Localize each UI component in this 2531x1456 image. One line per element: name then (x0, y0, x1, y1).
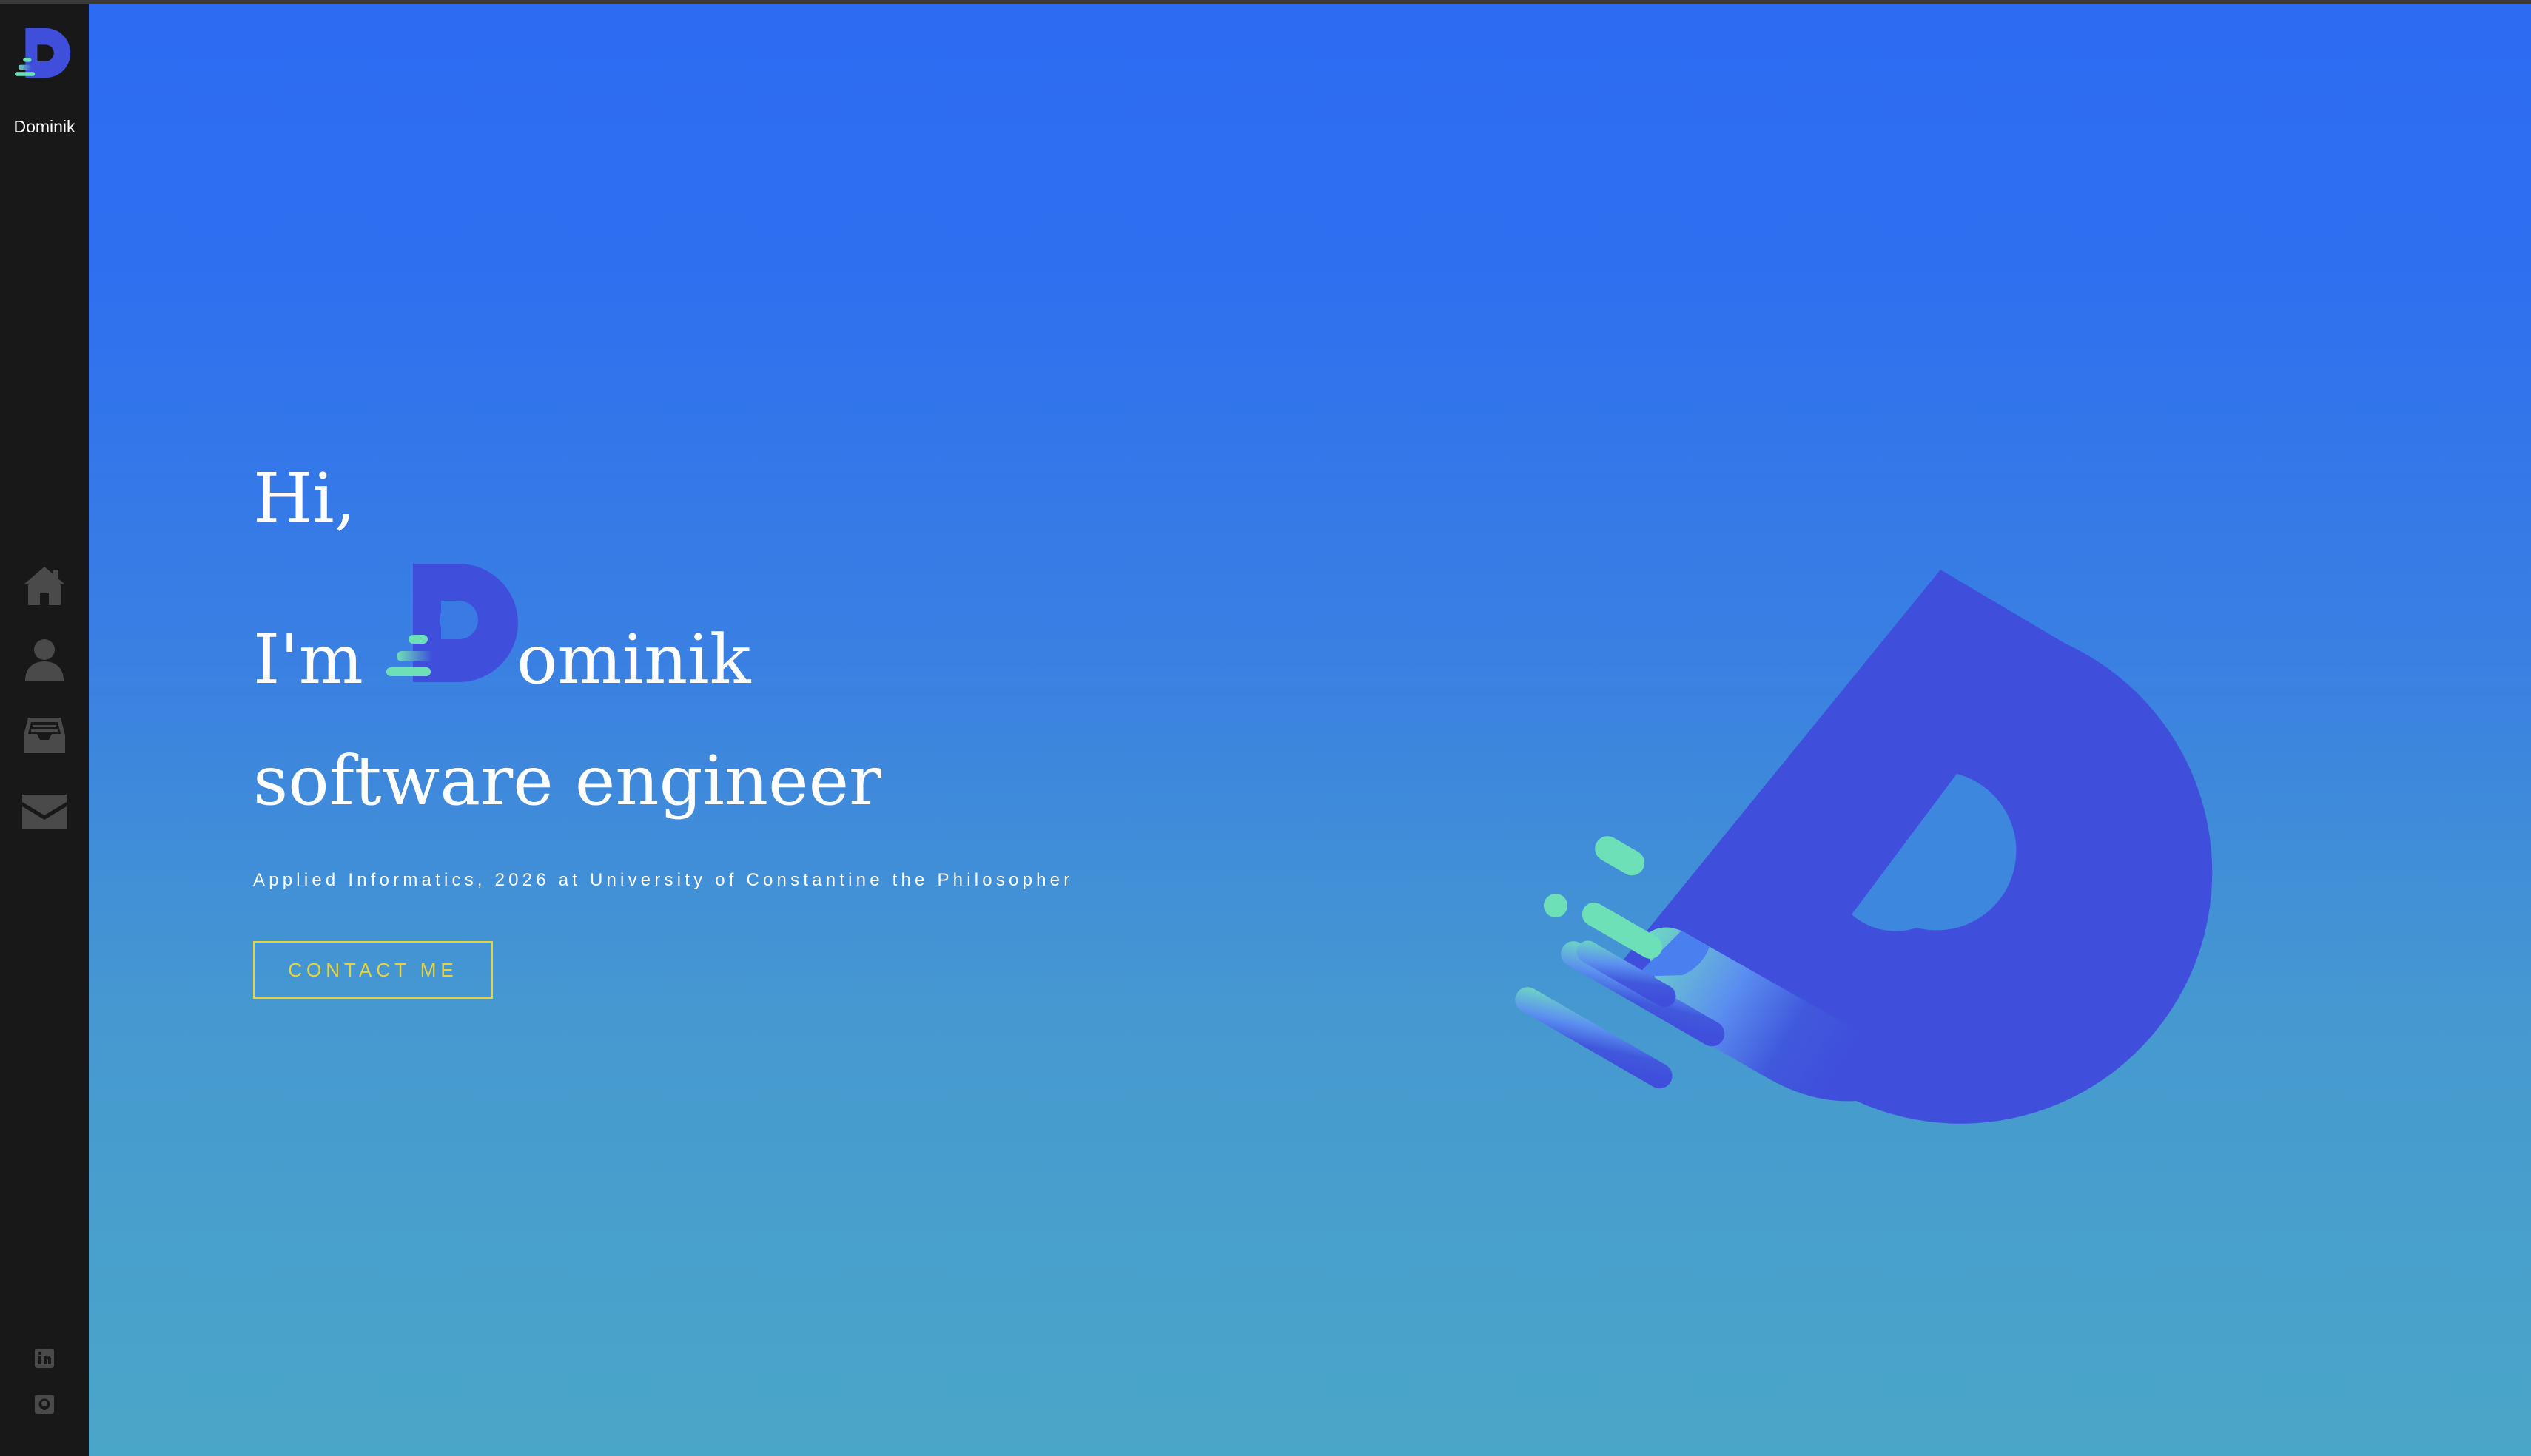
hero-name-line: I'm ominik (253, 564, 919, 712)
name-logo-d-icon (386, 564, 518, 682)
page: Dominik Hi, I'm ominik software engineer… (0, 0, 2531, 1456)
hero-greeting: Hi, (253, 459, 356, 538)
linkedin-icon[interactable] (34, 1348, 55, 1369)
hero-subtitle: Applied Informatics, 2026 at University … (253, 870, 1074, 890)
hero-role: software engineer (253, 741, 882, 820)
sidebar: Dominik (0, 4, 89, 1456)
hero-section: Hi, I'm ominik software engineer Applied… (89, 4, 2531, 1456)
hero-name-rest: ominik (517, 620, 751, 699)
sidebar-brand-name: Dominik (13, 117, 75, 136)
window-top-border (0, 0, 2531, 4)
contact-me-button[interactable]: CONTACT ME (253, 941, 493, 999)
github-icon[interactable] (34, 1394, 55, 1415)
home-icon[interactable] (21, 564, 68, 608)
hero-intro: I'm (253, 620, 363, 699)
envelope-icon[interactable] (21, 789, 68, 833)
user-icon[interactable] (21, 638, 68, 682)
inbox-icon[interactable] (21, 713, 68, 758)
brand-logo-icon[interactable] (15, 28, 74, 87)
hero-logo-illustration (1515, 570, 2213, 1124)
